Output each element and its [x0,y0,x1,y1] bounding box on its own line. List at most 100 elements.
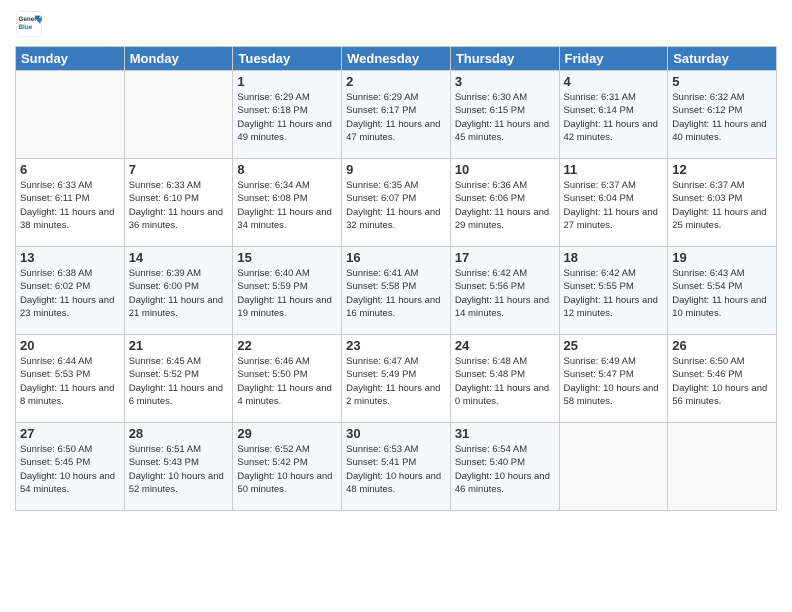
day-info: Sunrise: 6:44 AMSunset: 5:53 PMDaylight:… [20,355,120,408]
day-info: Sunrise: 6:52 AMSunset: 5:42 PMDaylight:… [237,443,337,496]
day-number: 21 [129,338,229,353]
calendar-cell: 22 Sunrise: 6:46 AMSunset: 5:50 PMDayligh… [233,335,342,423]
day-info: Sunrise: 6:34 AMSunset: 6:08 PMDaylight:… [237,179,337,232]
day-info: Sunrise: 6:43 AMSunset: 5:54 PMDaylight:… [672,267,772,320]
day-number: 28 [129,426,229,441]
calendar-cell: 9 Sunrise: 6:35 AMSunset: 6:07 PMDaylight… [342,159,451,247]
svg-text:Blue: Blue [19,24,33,31]
calendar-cell: 11 Sunrise: 6:37 AMSunset: 6:04 PMDayligh… [559,159,668,247]
day-info: Sunrise: 6:51 AMSunset: 5:43 PMDaylight:… [129,443,229,496]
day-info: Sunrise: 6:45 AMSunset: 5:52 PMDaylight:… [129,355,229,408]
day-number: 13 [20,250,120,265]
day-info: Sunrise: 6:48 AMSunset: 5:48 PMDaylight:… [455,355,555,408]
calendar-cell: 29 Sunrise: 6:52 AMSunset: 5:42 PMDayligh… [233,423,342,511]
calendar-cell: 25Sunrise: 6:49 AMSunset: 5:47 PMDayligh… [559,335,668,423]
day-info: Sunrise: 6:46 AMSunset: 5:50 PMDaylight:… [237,355,337,408]
day-number: 23 [346,338,446,353]
calendar-cell: 1Sunrise: 6:29 AMSunset: 6:18 PMDaylight… [233,71,342,159]
day-number: 25 [564,338,664,353]
day-number: 17 [455,250,555,265]
day-number: 31 [455,426,555,441]
day-number: 16 [346,250,446,265]
calendar-cell [16,71,125,159]
day-number: 15 [237,250,337,265]
day-number: 9 [346,162,446,177]
day-number: 4 [564,74,664,89]
page: General Blue SundayMondayTuesdayWednesda… [0,0,792,612]
day-info: Sunrise: 6:42 AMSunset: 5:56 PMDaylight:… [455,267,555,320]
day-header-monday: Monday [124,47,233,71]
calendar-cell: 13 Sunrise: 6:38 AMSunset: 6:02 PMDayligh… [16,247,125,335]
day-number: 19 [672,250,772,265]
day-header-thursday: Thursday [450,47,559,71]
day-info: Sunrise: 6:35 AMSunset: 6:07 PMDaylight:… [346,179,446,232]
day-info: Sunrise: 6:29 AMSunset: 6:17 PMDaylight:… [346,91,446,144]
day-number: 29 [237,426,337,441]
calendar-week-1: 1Sunrise: 6:29 AMSunset: 6:18 PMDaylight… [16,71,777,159]
calendar-cell: 15 Sunrise: 6:40 AMSunset: 5:59 PMDayligh… [233,247,342,335]
day-info: Sunrise: 6:29 AMSunset: 6:18 PMDaylight:… [237,91,337,144]
day-info: Sunrise: 6:37 AMSunset: 6:03 PMDaylight:… [672,179,772,232]
day-info: Sunrise: 6:42 AMSunset: 5:55 PMDaylight:… [564,267,664,320]
calendar-cell: 16 Sunrise: 6:41 AMSunset: 5:58 PMDayligh… [342,247,451,335]
calendar-cell: 14Sunrise: 6:39 AMSunset: 6:00 PMDayligh… [124,247,233,335]
day-header-tuesday: Tuesday [233,47,342,71]
day-number: 10 [455,162,555,177]
day-info: Sunrise: 6:50 AMSunset: 5:46 PMDaylight:… [672,355,772,408]
day-info: Sunrise: 6:54 AMSunset: 5:40 PMDaylight:… [455,443,555,496]
day-header-friday: Friday [559,47,668,71]
header: General Blue [15,10,777,38]
day-info: Sunrise: 6:32 AMSunset: 6:12 PMDaylight:… [672,91,772,144]
day-info: Sunrise: 6:36 AMSunset: 6:06 PMDaylight:… [455,179,555,232]
calendar-cell: 28 Sunrise: 6:51 AMSunset: 5:43 PMDayligh… [124,423,233,511]
calendar-cell: 23 Sunrise: 6:47 AMSunset: 5:49 PMDayligh… [342,335,451,423]
calendar-cell: 24Sunrise: 6:48 AMSunset: 5:48 PMDayligh… [450,335,559,423]
logo: General Blue [15,10,43,38]
day-number: 26 [672,338,772,353]
day-info: Sunrise: 6:33 AMSunset: 6:10 PMDaylight:… [129,179,229,232]
day-number: 5 [672,74,772,89]
day-header-sunday: Sunday [16,47,125,71]
day-number: 30 [346,426,446,441]
calendar-cell: 3 Sunrise: 6:30 AMSunset: 6:15 PMDaylight… [450,71,559,159]
day-info: Sunrise: 6:37 AMSunset: 6:04 PMDaylight:… [564,179,664,232]
day-info: Sunrise: 6:40 AMSunset: 5:59 PMDaylight:… [237,267,337,320]
calendar-cell [124,71,233,159]
day-number: 11 [564,162,664,177]
calendar-cell: 18 Sunrise: 6:42 AMSunset: 5:55 PMDayligh… [559,247,668,335]
day-number: 20 [20,338,120,353]
day-header-saturday: Saturday [668,47,777,71]
day-number: 6 [20,162,120,177]
calendar-cell: 17 Sunrise: 6:42 AMSunset: 5:56 PMDayligh… [450,247,559,335]
calendar-cell: 12 Sunrise: 6:37 AMSunset: 6:03 PMDayligh… [668,159,777,247]
day-info: Sunrise: 6:41 AMSunset: 5:58 PMDaylight:… [346,267,446,320]
calendar-cell: 26 Sunrise: 6:50 AMSunset: 5:46 PMDayligh… [668,335,777,423]
day-number: 12 [672,162,772,177]
calendar-cell: 2Sunrise: 6:29 AMSunset: 6:17 PMDaylight… [342,71,451,159]
day-number: 3 [455,74,555,89]
calendar-cell: 30 Sunrise: 6:53 AMSunset: 5:41 PMDayligh… [342,423,451,511]
calendar-cell: 20 Sunrise: 6:44 AMSunset: 5:53 PMDayligh… [16,335,125,423]
calendar-cell: 19 Sunrise: 6:43 AMSunset: 5:54 PMDayligh… [668,247,777,335]
day-header-wednesday: Wednesday [342,47,451,71]
day-info: Sunrise: 6:38 AMSunset: 6:02 PMDaylight:… [20,267,120,320]
calendar-cell: 7 Sunrise: 6:33 AMSunset: 6:10 PMDaylight… [124,159,233,247]
calendar-cell: 10 Sunrise: 6:36 AMSunset: 6:06 PMDayligh… [450,159,559,247]
day-info: Sunrise: 6:53 AMSunset: 5:41 PMDaylight:… [346,443,446,496]
calendar-cell [559,423,668,511]
calendar-cell: 5 Sunrise: 6:32 AMSunset: 6:12 PMDaylight… [668,71,777,159]
calendar-table: SundayMondayTuesdayWednesdayThursdayFrid… [15,46,777,511]
day-number: 18 [564,250,664,265]
day-number: 8 [237,162,337,177]
day-info: Sunrise: 6:30 AMSunset: 6:15 PMDaylight:… [455,91,555,144]
day-number: 22 [237,338,337,353]
day-number: 27 [20,426,120,441]
calendar-week-4: 20 Sunrise: 6:44 AMSunset: 5:53 PMDayligh… [16,335,777,423]
calendar-cell: 6 Sunrise: 6:33 AMSunset: 6:11 PMDaylight… [16,159,125,247]
day-info: Sunrise: 6:47 AMSunset: 5:49 PMDaylight:… [346,355,446,408]
calendar-cell [668,423,777,511]
day-info: Sunrise: 6:33 AMSunset: 6:11 PMDaylight:… [20,179,120,232]
day-number: 7 [129,162,229,177]
day-number: 14 [129,250,229,265]
calendar-cell: 27Sunrise: 6:50 AMSunset: 5:45 PMDayligh… [16,423,125,511]
